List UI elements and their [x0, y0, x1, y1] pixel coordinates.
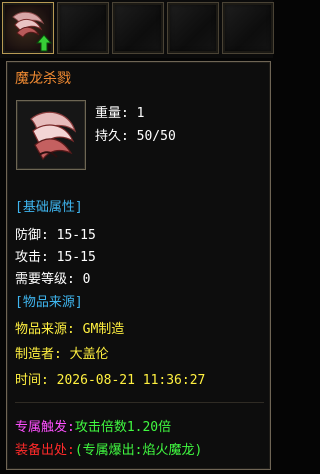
empty-slot[interactable] — [57, 2, 109, 54]
item-weight: 重量: 1 — [95, 106, 145, 121]
required-level: 需要等级: 0 — [15, 272, 91, 287]
attack-stat: 攻击: 15-15 — [15, 250, 96, 265]
equipment-source-value: (专属爆出:焰火魔龙) — [74, 443, 203, 458]
equipment-slot-bar — [0, 0, 274, 58]
upgrade-arrow-icon — [35, 34, 53, 52]
exclusive-trigger-line: 专属触发:攻击倍数1.20倍 — [15, 420, 171, 435]
divider — [15, 402, 264, 403]
exclusive-trigger-label: 专属触发: — [15, 420, 75, 435]
item-source-header: [物品来源] — [15, 295, 83, 310]
empty-slot[interactable] — [222, 2, 274, 54]
equipment-source-line: 装备出处:(专属爆出:焰火魔龙) — [15, 443, 202, 458]
item-tooltip-panel: 魔龙杀戮 重量: 1 持久: 50/50 [基础属性] 防御: 15-15 攻击… — [6, 61, 271, 470]
empty-slot[interactable] — [167, 2, 219, 54]
item-maker: 制造者: 大盖伦 — [15, 347, 109, 362]
base-attributes-header: [基础属性] — [15, 200, 83, 215]
equipment-source-label: 装备出处: — [15, 443, 75, 458]
claw-weapon-icon — [30, 111, 77, 161]
item-name: 魔龙杀戮 — [15, 71, 71, 87]
item-origin: 物品来源: GM制造 — [15, 322, 125, 337]
empty-slot[interactable] — [112, 2, 164, 54]
exclusive-trigger-value: 攻击倍数1.20倍 — [74, 420, 172, 435]
equipped-item-slot[interactable] — [2, 2, 54, 54]
defense-stat: 防御: 15-15 — [15, 228, 96, 243]
item-durability: 持久: 50/50 — [95, 129, 176, 144]
item-timestamp: 时间: 2026-08-21 11:36:27 — [15, 373, 206, 388]
item-icon-box — [16, 100, 86, 170]
